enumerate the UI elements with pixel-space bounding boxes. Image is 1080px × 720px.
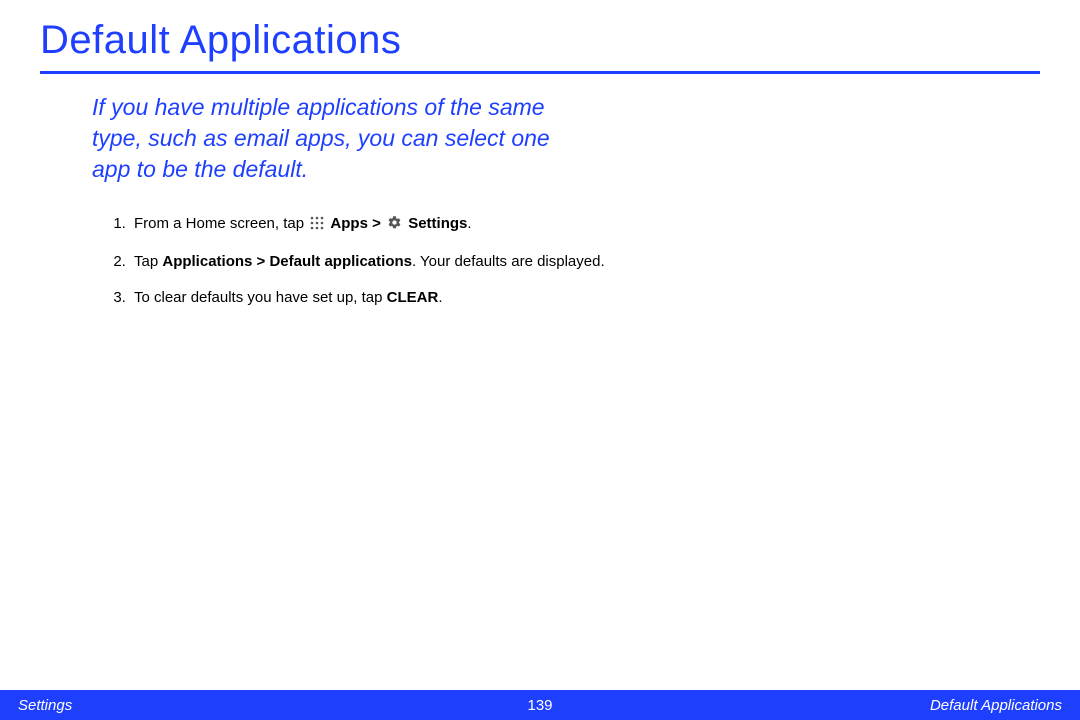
footer-page-number: 139 bbox=[527, 697, 552, 714]
gt-separator: > bbox=[368, 215, 385, 232]
apps-label: Apps bbox=[330, 215, 368, 232]
path-label: Applications > Default applications bbox=[162, 253, 412, 270]
settings-gear-icon bbox=[387, 215, 402, 237]
step-text: To clear defaults you have set up, tap bbox=[134, 289, 387, 306]
apps-grid-icon bbox=[310, 215, 324, 237]
clear-label: CLEAR bbox=[387, 289, 439, 306]
step-text: . bbox=[438, 289, 442, 306]
footer-section: Settings bbox=[18, 697, 72, 714]
step-item: From a Home screen, tap Apps > Settings. bbox=[130, 213, 650, 237]
step-text: . bbox=[467, 215, 471, 232]
intro-paragraph: If you have multiple applications of the… bbox=[92, 92, 592, 185]
title-rule bbox=[40, 71, 1040, 74]
step-text: . Your defaults are displayed. bbox=[412, 253, 605, 270]
manual-page: Default Applications If you have multipl… bbox=[0, 0, 1080, 720]
page-title: Default Applications bbox=[40, 18, 1040, 69]
step-item: To clear defaults you have set up, tap C… bbox=[130, 287, 650, 309]
footer-topic: Default Applications bbox=[930, 697, 1062, 714]
step-item: Tap Applications > Default applications.… bbox=[130, 251, 650, 273]
page-footer: Settings 139 Default Applications bbox=[0, 690, 1080, 720]
settings-label: Settings bbox=[408, 215, 467, 232]
step-list: From a Home screen, tap Apps > Settings.… bbox=[130, 213, 650, 308]
step-text: From a Home screen, tap bbox=[134, 215, 308, 232]
step-text: Tap bbox=[134, 253, 162, 270]
